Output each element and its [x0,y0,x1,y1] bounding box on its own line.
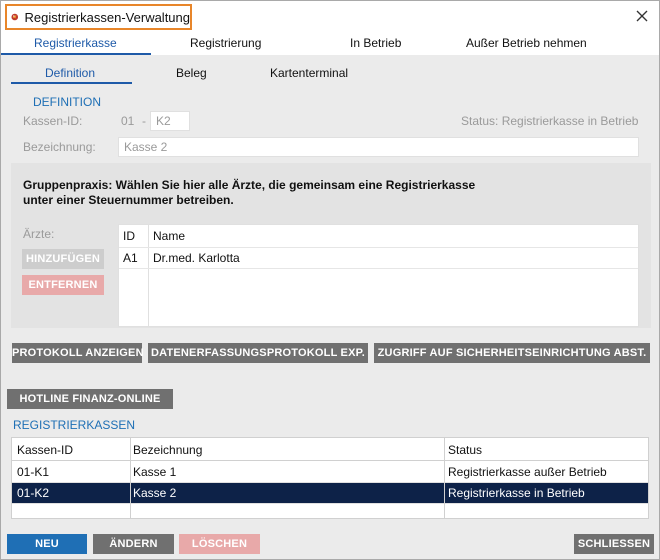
sub-tabs: Definition Beleg Kartenterminal [11,61,651,85]
column-separator [444,438,445,518]
window-title: Registrierkassen-Verwaltung [24,9,190,25]
table-row[interactable]: 01-K1 Kasse 1 Registrierkasse außer Betr… [12,462,648,482]
kassen-id-prefix: 01 [121,114,135,128]
status-cell: Registrierkasse außer Betrieb [448,465,607,479]
bezeichnung-label: Bezeichnung: [23,140,96,154]
row-separator [119,268,638,269]
gruppenpraxis-info-line2: unter einer Steuernummer betreiben. [23,193,234,207]
aerzte-table: ID Name A1 Dr.med. Karlotta [118,224,639,327]
active-tab-indicator [1,53,151,55]
zugriff-sicherheitseinrichtung-button[interactable]: ZUGRIFF AUF SICHERHEITSEINRICHTUNG ABST. [374,343,650,363]
row-separator [12,503,648,504]
app-logo-icon [11,13,19,21]
arzt-name-cell[interactable]: Dr.med. Karlotta [153,251,240,265]
kassen-id-field[interactable]: K2 [150,111,190,131]
gruppenpraxis-info-line1: Gruppenpraxis: Wählen Sie hier alle Ärzt… [23,178,476,192]
status-cell: Registrierkasse in Betrieb [448,486,585,500]
bezeichnung-cell: Kasse 1 [133,465,177,479]
aendern-button[interactable]: ÄNDERN [93,534,174,554]
tab-in-betrieb[interactable]: In Betrieb [350,36,401,50]
arzt-id-cell[interactable]: A1 [123,251,138,265]
schliessen-button[interactable]: SCHLIESSEN [574,534,654,554]
subtab-beleg[interactable]: Beleg [176,66,207,80]
entfernen-button[interactable]: ENTFERNEN [22,275,104,295]
table-row-selected[interactable]: 01-K2 Kasse 2 Registrierkasse in Betrieb [12,483,648,503]
title-bar: Registrierkassen-Verwaltung [1,1,659,33]
kassen-id-cell: 01-K2 [17,486,50,500]
bezeichnung-field[interactable]: Kasse 2 [118,137,639,157]
close-icon[interactable] [633,7,651,25]
datenerfassungsprotokoll-button[interactable]: DATENERFASSUNGSPROTOKOLL EXP. [148,343,368,363]
aerzte-label: Ärzte: [23,227,55,241]
bezeichnung-cell: Kasse 2 [133,486,177,500]
hinzufuegen-button[interactable]: HINZUFÜGEN [22,249,104,269]
main-tabs: Registrierkasse Registrierung In Betrieb… [1,33,659,55]
column-separator [130,438,131,518]
column-header-status[interactable]: Status [448,443,482,457]
tab-ausser-betrieb[interactable]: Außer Betrieb nehmen [466,36,587,50]
tab-registrierung[interactable]: Registrierung [190,36,261,50]
footer-bar: NEU ÄNDERN LÖSCHEN SCHLIESSEN [1,529,659,559]
active-subtab-indicator [11,82,132,84]
column-header-kassen-id[interactable]: Kassen-ID [17,443,73,457]
registrierkassen-heading: REGISTRIERKASSEN [13,418,136,432]
loeschen-button[interactable]: LÖSCHEN [179,534,260,554]
kassen-id-label: Kassen-ID: [23,114,83,128]
protokoll-anzeigen-button[interactable]: PROTOKOLL ANZEIGEN [12,343,144,363]
neu-button[interactable]: NEU [7,534,87,554]
registrierkassen-table: Kassen-ID Bezeichnung Status 01-K1 Kasse… [11,437,649,519]
table-header: Kassen-ID Bezeichnung Status [12,438,648,461]
kassen-id-cell: 01-K1 [17,465,50,479]
window-title-box: Registrierkassen-Verwaltung [5,4,192,30]
tab-registrierkasse[interactable]: Registrierkasse [34,36,117,50]
gruppenpraxis-info: Gruppenpraxis: Wählen Sie hier alle Ärzt… [23,178,623,208]
header-separator [119,247,638,248]
column-header-bezeichnung[interactable]: Bezeichnung [133,443,202,457]
subtab-kartenterminal[interactable]: Kartenterminal [270,66,348,80]
registrierkassen-window: Registrierkassen-Verwaltung Registrierka… [0,0,660,560]
definition-heading: DEFINITION [33,95,101,109]
hotline-finanz-online-button[interactable]: HOTLINE FINANZ-ONLINE [7,389,173,409]
column-header-name[interactable]: Name [153,229,185,243]
column-separator [148,225,149,326]
column-header-id[interactable]: ID [123,229,135,243]
subtab-definition[interactable]: Definition [45,66,95,80]
kassen-id-separator: - [142,114,146,128]
status-text: Status: Registrierkasse in Betrieb [461,114,639,128]
